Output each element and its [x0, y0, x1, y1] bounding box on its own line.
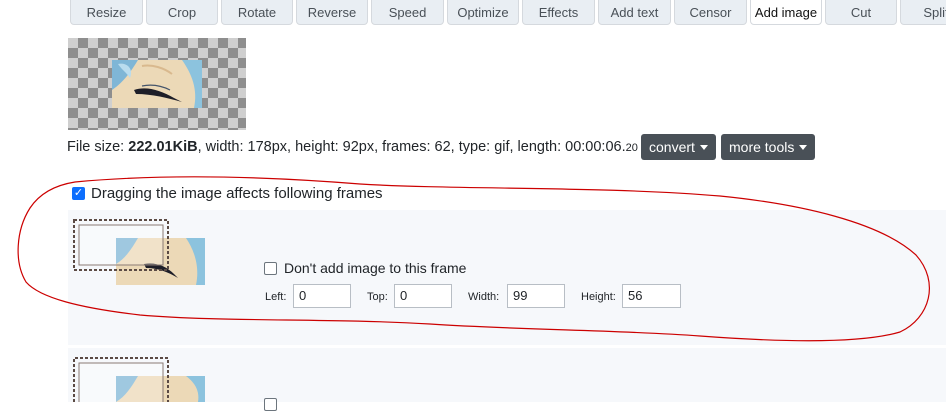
tab-add-image[interactable]: Add image: [750, 0, 822, 25]
drag-affects-following-option[interactable]: ✓ Dragging the image affects following f…: [72, 185, 383, 202]
left-input[interactable]: 0: [293, 284, 351, 308]
anime-eye-image: [112, 60, 202, 108]
tab-split[interactable]: Split: [900, 0, 946, 25]
tab-optimize[interactable]: Optimize: [447, 0, 519, 25]
tab-effects[interactable]: Effects: [522, 0, 595, 25]
drag-affects-following-label: Dragging the image affects following fra…: [91, 185, 383, 202]
height-input[interactable]: 56: [622, 284, 681, 308]
tool-tabs: Resize Crop Rotate Reverse Speed Optimiz…: [0, 0, 946, 27]
dont-add-image-label: Don't add image to this frame: [284, 260, 467, 276]
stamp-overlay-image[interactable]: [72, 356, 170, 402]
more-tools-label: more tools: [729, 139, 795, 155]
left-label: Left:: [265, 291, 287, 303]
caret-down-icon: [799, 144, 808, 150]
file-size-label: File size:: [67, 139, 129, 155]
tab-add-text[interactable]: Add text: [598, 0, 671, 25]
convert-button[interactable]: convert: [641, 134, 716, 160]
file-details: , width: 178px, height: 92px, frames: 62…: [197, 139, 626, 155]
dont-add-image-checkbox[interactable]: [264, 398, 277, 411]
top-label: Top:: [367, 291, 388, 303]
tab-speed[interactable]: Speed: [371, 0, 444, 25]
file-size-value: 222.01KiB: [128, 139, 198, 155]
tab-resize[interactable]: Resize: [70, 0, 143, 25]
more-tools-button[interactable]: more tools: [721, 134, 816, 160]
tab-reverse[interactable]: Reverse: [296, 0, 368, 25]
file-info: File size: 222.01KiB, width: 178px, heig…: [67, 137, 638, 158]
stamp-overlay-image[interactable]: [72, 218, 170, 272]
width-label: Width:: [468, 291, 500, 303]
convert-label: convert: [649, 139, 695, 155]
top-input[interactable]: 0: [394, 284, 452, 308]
width-input[interactable]: 99: [507, 284, 565, 308]
drag-affects-following-checkbox[interactable]: ✓: [72, 187, 85, 200]
tab-crop[interactable]: Crop: [146, 0, 218, 25]
height-label: Height:: [581, 291, 616, 303]
tab-censor[interactable]: Censor: [674, 0, 747, 25]
tab-cut[interactable]: Cut: [825, 0, 897, 25]
tab-rotate[interactable]: Rotate: [221, 0, 293, 25]
length-fraction: 20: [625, 142, 638, 154]
dont-add-image-checkbox[interactable]: [264, 261, 277, 275]
gif-preview: [68, 38, 246, 130]
dont-add-image-option[interactable]: Don't add image to this frame: [264, 260, 466, 276]
caret-down-icon: [699, 144, 708, 150]
